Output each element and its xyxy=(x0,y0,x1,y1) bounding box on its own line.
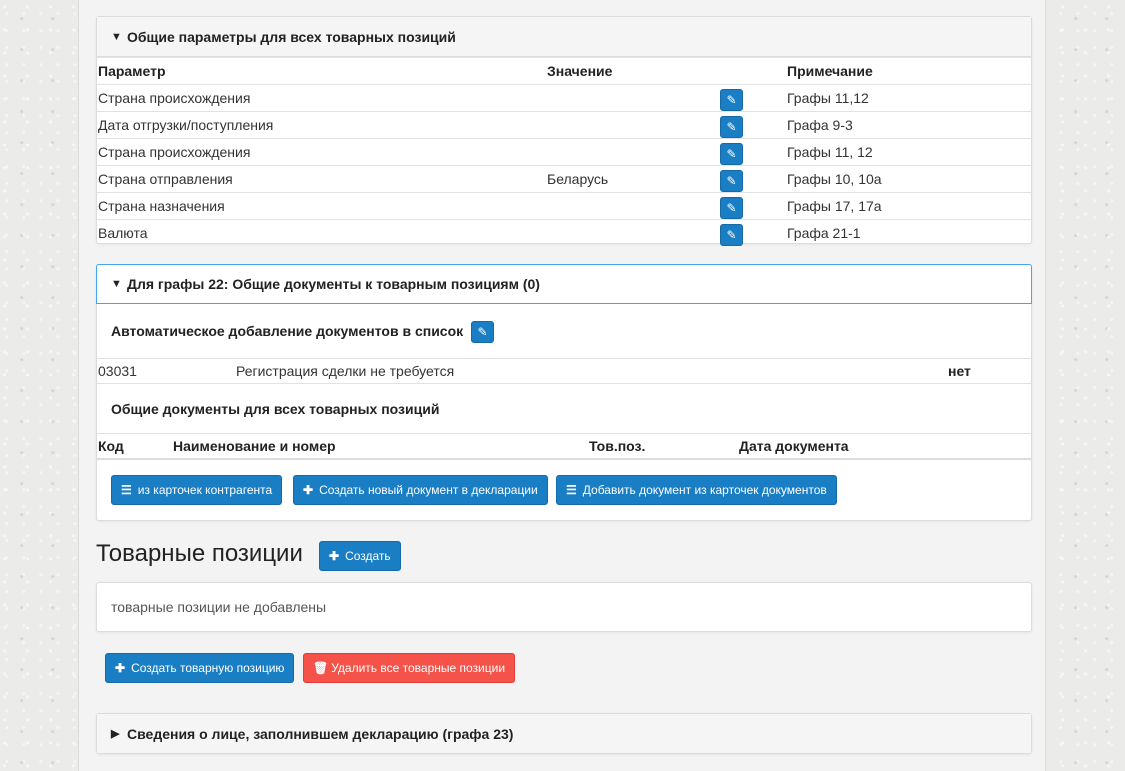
divider xyxy=(97,433,1031,434)
edit-pencil-icon[interactable]: ✎ xyxy=(720,89,743,111)
param-note: Графы 10, 10а xyxy=(787,171,882,187)
param-note: Графа 9-3 xyxy=(787,117,853,133)
edit-pencil-icon[interactable]: ✎ xyxy=(720,143,743,165)
edit-pencil-icon[interactable]: ✎ xyxy=(471,321,494,343)
edit-pencil-icon[interactable]: ✎ xyxy=(720,197,743,219)
col-pos-header: Тов.поз. xyxy=(589,438,646,454)
param-note: Графа 21-1 xyxy=(787,225,861,241)
table-row: Валюта ✎ Графа 21-1 xyxy=(97,219,1031,246)
docs22-panel: ▼ Для графы 22: Общие документы к товарн… xyxy=(96,264,1032,521)
edit-pencil-icon[interactable]: ✎ xyxy=(720,116,743,138)
auto-doc-flag: нет xyxy=(948,363,971,379)
docs22-title: Для графы 22: Общие документы к товарным… xyxy=(127,276,540,292)
divider xyxy=(97,458,1031,460)
auto-add-label: Автоматическое добавление документов в с… xyxy=(111,323,464,339)
table-row: Страна происхождения ✎ Графы 11,12 xyxy=(97,84,1031,111)
list-icon: ☰ xyxy=(566,483,577,497)
declarant-panel: ▶ Сведения о лице, заполнившем деклараци… xyxy=(96,713,1032,754)
from-contractor-button[interactable]: ☰ из карточек контрагента xyxy=(111,475,283,505)
main-container: ▼ Общие параметры для всех товарных пози… xyxy=(78,0,1046,771)
col-name-header: Наименование и номер xyxy=(173,438,336,454)
general-params-header[interactable]: ▼ Общие параметры для всех товарных пози… xyxy=(97,17,1031,57)
general-params-panel: ▼ Общие параметры для всех товарных пози… xyxy=(96,16,1032,246)
param-value: Беларусь xyxy=(547,171,609,187)
plus-icon: ✚ xyxy=(115,661,126,675)
create-new-document-label: Создать новый документ в декларации xyxy=(319,483,538,497)
param-name: Страна назначения xyxy=(98,198,225,214)
param-note: Графы 11,12 xyxy=(787,90,869,106)
param-note: Графы 11, 12 xyxy=(787,144,873,160)
triangle-down-icon: ▼ xyxy=(111,278,122,290)
list-icon: ☰ xyxy=(121,483,132,497)
docs22-header[interactable]: ▼ Для графы 22: Общие документы к товарн… xyxy=(96,264,1032,304)
common-docs-title: Общие документы для всех товарных позици… xyxy=(111,401,440,417)
table-row: Страна назначения ✎ Графы 17, 17а xyxy=(97,192,1031,219)
triangle-right-icon: ▶ xyxy=(111,728,120,740)
trash-icon: 🗑 xyxy=(313,661,329,675)
delete-all-items-button[interactable]: 🗑 Удалить все товарные позиции xyxy=(303,653,516,683)
param-note: Графы 17, 17а xyxy=(787,198,882,214)
declarant-header[interactable]: ▶ Сведения о лице, заполнившем деклараци… xyxy=(97,714,1031,753)
param-name: Страна отправления xyxy=(98,171,233,187)
edit-pencil-icon[interactable]: ✎ xyxy=(720,224,743,246)
edit-pencil-icon[interactable]: ✎ xyxy=(720,170,743,192)
col-value-header: Значение xyxy=(547,63,613,79)
create-label: Создать xyxy=(345,549,391,563)
col-note-header: Примечание xyxy=(787,63,873,79)
create-item-label: Создать товарную позицию xyxy=(131,661,285,675)
declarant-title: Сведения о лице, заполнившем декларацию … xyxy=(127,725,514,742)
param-name: Страна происхождения xyxy=(98,144,251,160)
table-header-row: Параметр Значение Примечание xyxy=(97,57,1031,84)
col-date-header: Дата документа xyxy=(739,438,849,454)
auto-doc-name: Регистрация сделки не требуется xyxy=(236,363,455,379)
general-params-title: Общие параметры для всех товарных позици… xyxy=(127,28,456,45)
auto-doc-code: 03031 xyxy=(98,363,137,379)
items-empty-text: товарные позиции не добавлены xyxy=(111,599,327,615)
delete-all-label: Удалить все товарные позиции xyxy=(331,661,506,675)
table-row: Дата отгрузки/поступления ✎ Графа 9-3 xyxy=(97,111,1031,138)
create-item-button[interactable]: ✚ Создать товарную позицию xyxy=(105,653,295,683)
param-name: Дата отгрузки/поступления xyxy=(98,117,274,133)
general-params-table: Параметр Значение Примечание Страна прои… xyxy=(97,57,1031,246)
table-row: Страна происхождения ✎ Графы 11, 12 xyxy=(97,138,1031,165)
create-new-document-button[interactable]: ✚ Создать новый документ в декларации xyxy=(293,475,548,505)
items-title: Товарные позиции xyxy=(96,540,303,567)
triangle-down-icon: ▼ xyxy=(111,30,122,43)
col-code-header: Код xyxy=(98,438,124,454)
param-name: Валюта xyxy=(98,225,148,241)
table-row: Страна отправления Беларусь ✎ Графы 10, … xyxy=(97,165,1031,192)
add-from-cards-button[interactable]: ☰ Добавить документ из карточек документ… xyxy=(556,475,837,505)
col-param-header: Параметр xyxy=(98,63,166,79)
add-from-cards-label: Добавить документ из карточек документов xyxy=(582,483,827,497)
from-contractor-label: из карточек контрагента xyxy=(137,483,273,497)
param-name: Страна происхождения xyxy=(98,90,251,106)
create-item-header-button[interactable]: ✚ Создать xyxy=(319,541,401,571)
divider xyxy=(97,358,1031,359)
plus-icon: ✚ xyxy=(303,483,314,497)
plus-icon: ✚ xyxy=(329,549,340,563)
items-empty-panel: товарные позиции не добавлены xyxy=(96,582,1032,632)
divider xyxy=(97,383,1031,384)
